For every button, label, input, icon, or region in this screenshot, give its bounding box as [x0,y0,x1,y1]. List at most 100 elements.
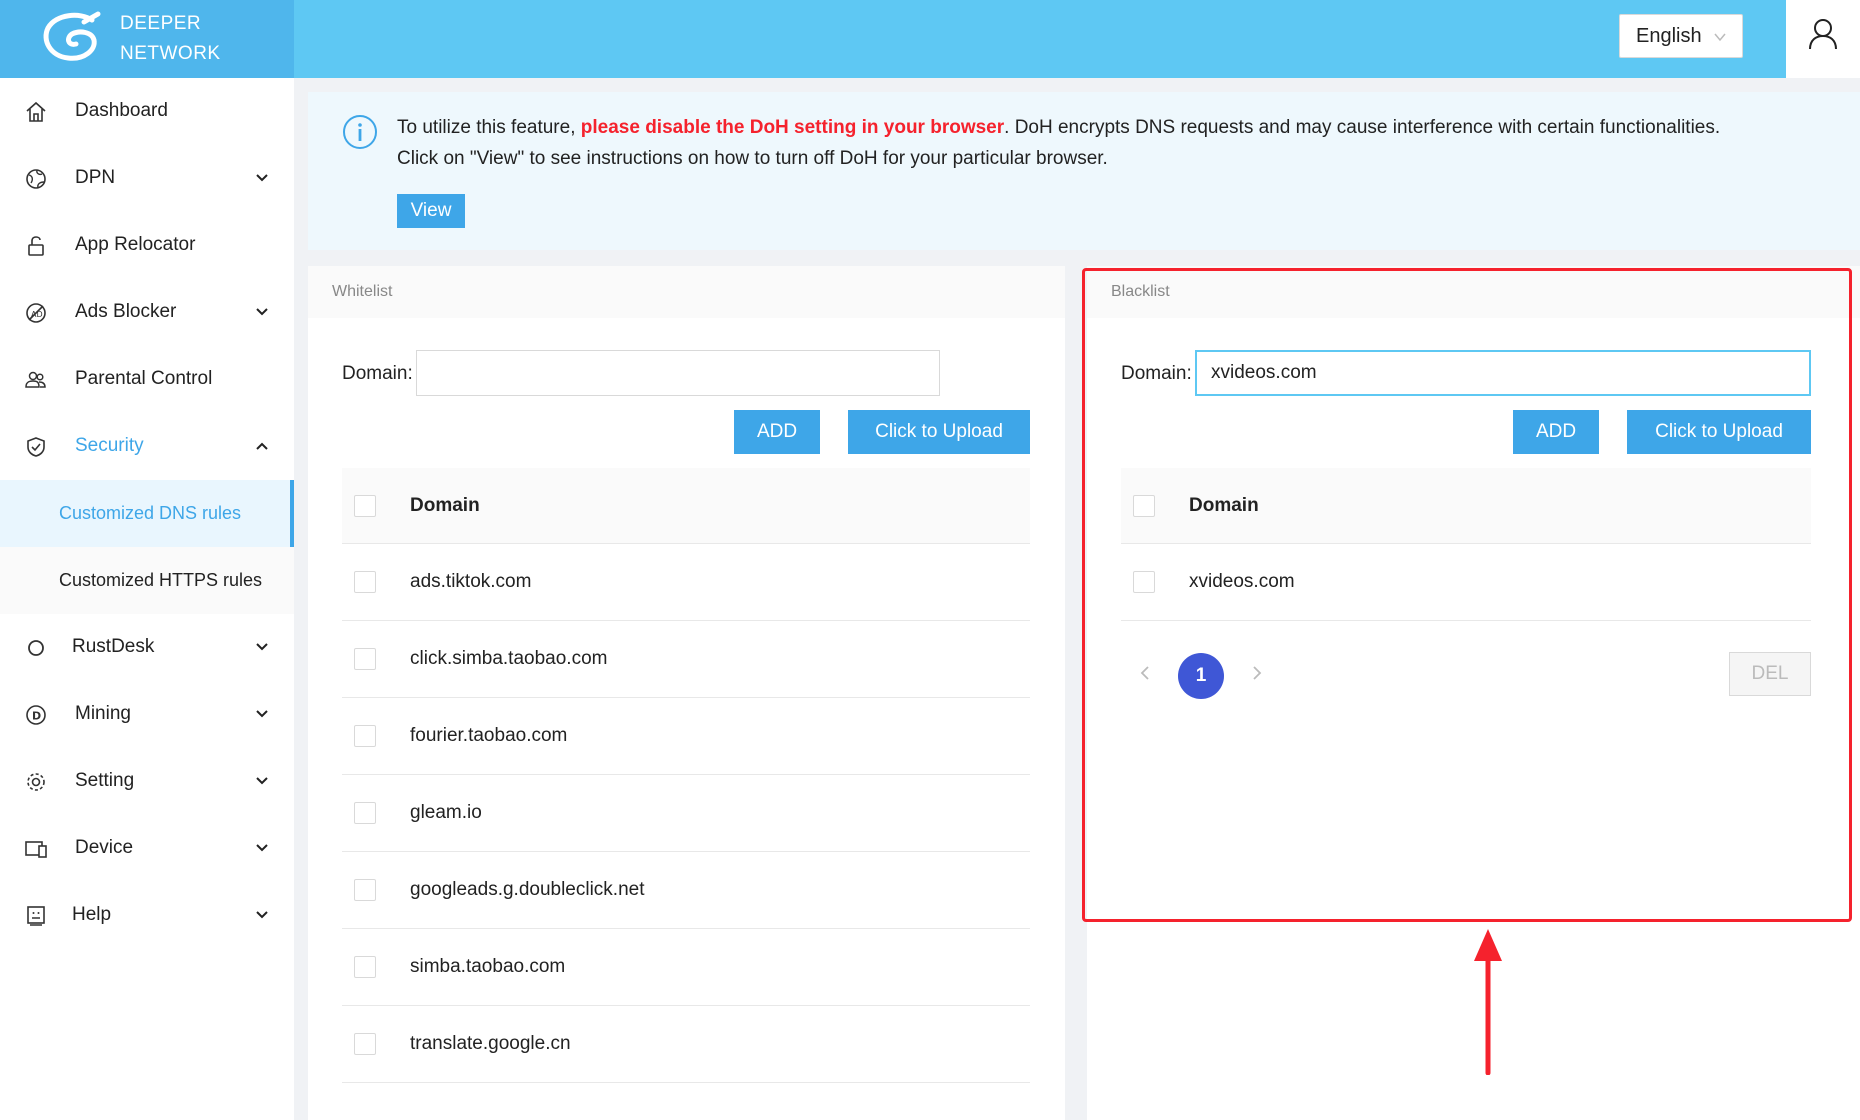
chevron-down-icon [256,643,268,651]
sidebar: Dashboard DPN App Relocator AD Ads Block… [0,78,294,1120]
row-checkbox[interactable] [354,956,376,978]
row-checkbox[interactable] [354,802,376,824]
row-checkbox[interactable] [354,725,376,747]
sidebar-item-help[interactable]: Help [0,882,294,949]
column-header-domain: Domain [410,495,480,516]
blacklist-domain-input[interactable] [1195,350,1811,396]
coin-icon: D [26,705,46,725]
language-value: English [1636,24,1702,47]
delete-button[interactable]: DEL [1729,652,1811,696]
sidebar-item-label: DPN [75,167,116,188]
home-icon [26,101,46,122]
device-icon [25,841,47,858]
sidebar-item-device[interactable]: Device [0,815,294,882]
brand-line1: DEEPER [120,13,202,34]
lock-icon [28,236,44,256]
chevron-down-icon [256,308,268,316]
annotation-arrow-icon [1474,929,1502,1075]
row-domain: ads.tiktok.com [410,571,532,592]
sidebar-item-app-relocator[interactable]: App Relocator [0,212,294,279]
info-icon [343,115,377,149]
select-all-checkbox[interactable] [1133,495,1155,517]
blacklist-add-button[interactable]: ADD [1513,410,1599,454]
pagination-next-icon[interactable] [1249,664,1265,682]
whitelist-domain-input[interactable] [416,350,940,396]
help-icon [27,906,45,926]
whitelist-title: Whitelist [308,266,1065,318]
notice-line-1: To utilize this feature, please disable … [397,117,1720,139]
whitelist-table-header: Domain [342,468,1030,544]
language-select[interactable]: English [1619,14,1743,58]
gear-icon [27,773,45,791]
ad-block-icon: AD [26,303,46,323]
row-checkbox[interactable] [1133,571,1155,593]
pagination-prev-icon[interactable] [1137,664,1153,682]
sidebar-item-label: Help [72,904,112,925]
brand-text: DEEPER NETWORK [120,9,221,69]
blacklist-table-header: Domain [1121,468,1811,544]
sidebar-item-label: Device [75,837,134,858]
table-row: translate.google.cn [342,1006,1030,1083]
blacklist-title: Blacklist [1087,266,1860,318]
chevron-down-icon [256,844,268,852]
table-row: xvideos.com [1121,544,1811,621]
shield-icon [27,437,45,457]
blacklist-upload-button[interactable]: Click to Upload [1627,410,1811,454]
row-checkbox[interactable] [354,571,376,593]
sidebar-item-label: Security [75,435,144,456]
pagination-page-1[interactable]: 1 [1178,653,1224,699]
deeper-logo-icon [43,11,101,61]
chevron-down-icon [256,710,268,718]
user-menu[interactable] [1786,0,1860,78]
notice-highlight: please disable the DoH setting in your b… [580,117,1005,138]
chevron-down-icon [256,911,268,919]
sidebar-item-setting[interactable]: Setting [0,748,294,815]
notice-line-2: Click on "View" to see instructions on h… [397,148,1108,169]
whitelist-domain-label: Domain: [342,363,413,384]
sidebar-item-label: Dashboard [75,100,168,121]
row-domain: fourier.taobao.com [410,725,568,746]
sidebar-item-mining[interactable]: D Mining [0,681,294,748]
row-checkbox[interactable] [354,648,376,670]
sidebar-subitem-label: Customized DNS rules [59,503,242,523]
row-domain: click.simba.taobao.com [410,648,608,669]
globe-icon [26,169,46,189]
user-icon [1809,19,1837,50]
table-row: fourier.taobao.com [342,698,1030,775]
row-domain: simba.taobao.com [410,956,566,977]
row-domain: googleads.g.doubleclick.net [410,879,645,900]
table-row: click.simba.taobao.com [342,621,1030,698]
sidebar-item-label: App Relocator [75,234,196,255]
whitelist-upload-button[interactable]: Click to Upload [848,410,1030,454]
column-header-domain: Domain [1189,495,1259,516]
sidebar-item-security[interactable]: Security [0,413,294,480]
sidebar-item-dpn[interactable]: DPN [0,145,294,212]
chevron-down-icon [1714,33,1726,42]
table-row: googleads.g.doubleclick.net [342,852,1030,929]
sidebar-item-label: Mining [75,703,131,724]
whitelist-panel: Whitelist Domain: ADD Click to Upload Do… [308,266,1065,1120]
table-row: gleam.io [342,775,1030,852]
svg-text:AD: AD [31,310,43,319]
circle-icon [28,640,44,656]
chevron-up-icon [256,442,268,450]
sidebar-item-dashboard[interactable]: Dashboard [0,78,294,145]
brand-line2: NETWORK [120,43,221,64]
sidebar-item-label: RustDesk [72,636,155,657]
sidebar-item-ads-blocker[interactable]: AD Ads Blocker [0,279,294,346]
doh-notice: To utilize this feature, please disable … [308,92,1860,250]
sidebar-subitem-customized-dns-rules[interactable]: Customized DNS rules [0,480,294,547]
view-button[interactable]: View [397,194,465,228]
row-checkbox[interactable] [354,879,376,901]
sidebar-item-rustdesk[interactable]: RustDesk [0,614,294,681]
sidebar-item-parental-control[interactable]: Parental Control [0,346,294,413]
row-domain: gleam.io [410,802,482,823]
blacklist-domain-label: Domain: [1121,363,1192,384]
sidebar-subitem-customized-https-rules[interactable]: Customized HTTPS rules [0,547,294,614]
brand-logo[interactable]: DEEPER NETWORK [0,0,294,78]
table-row: ads.tiktok.com [342,544,1030,621]
select-all-checkbox[interactable] [354,495,376,517]
sidebar-item-label: Parental Control [75,368,213,389]
whitelist-add-button[interactable]: ADD [734,410,820,454]
row-checkbox[interactable] [354,1033,376,1055]
